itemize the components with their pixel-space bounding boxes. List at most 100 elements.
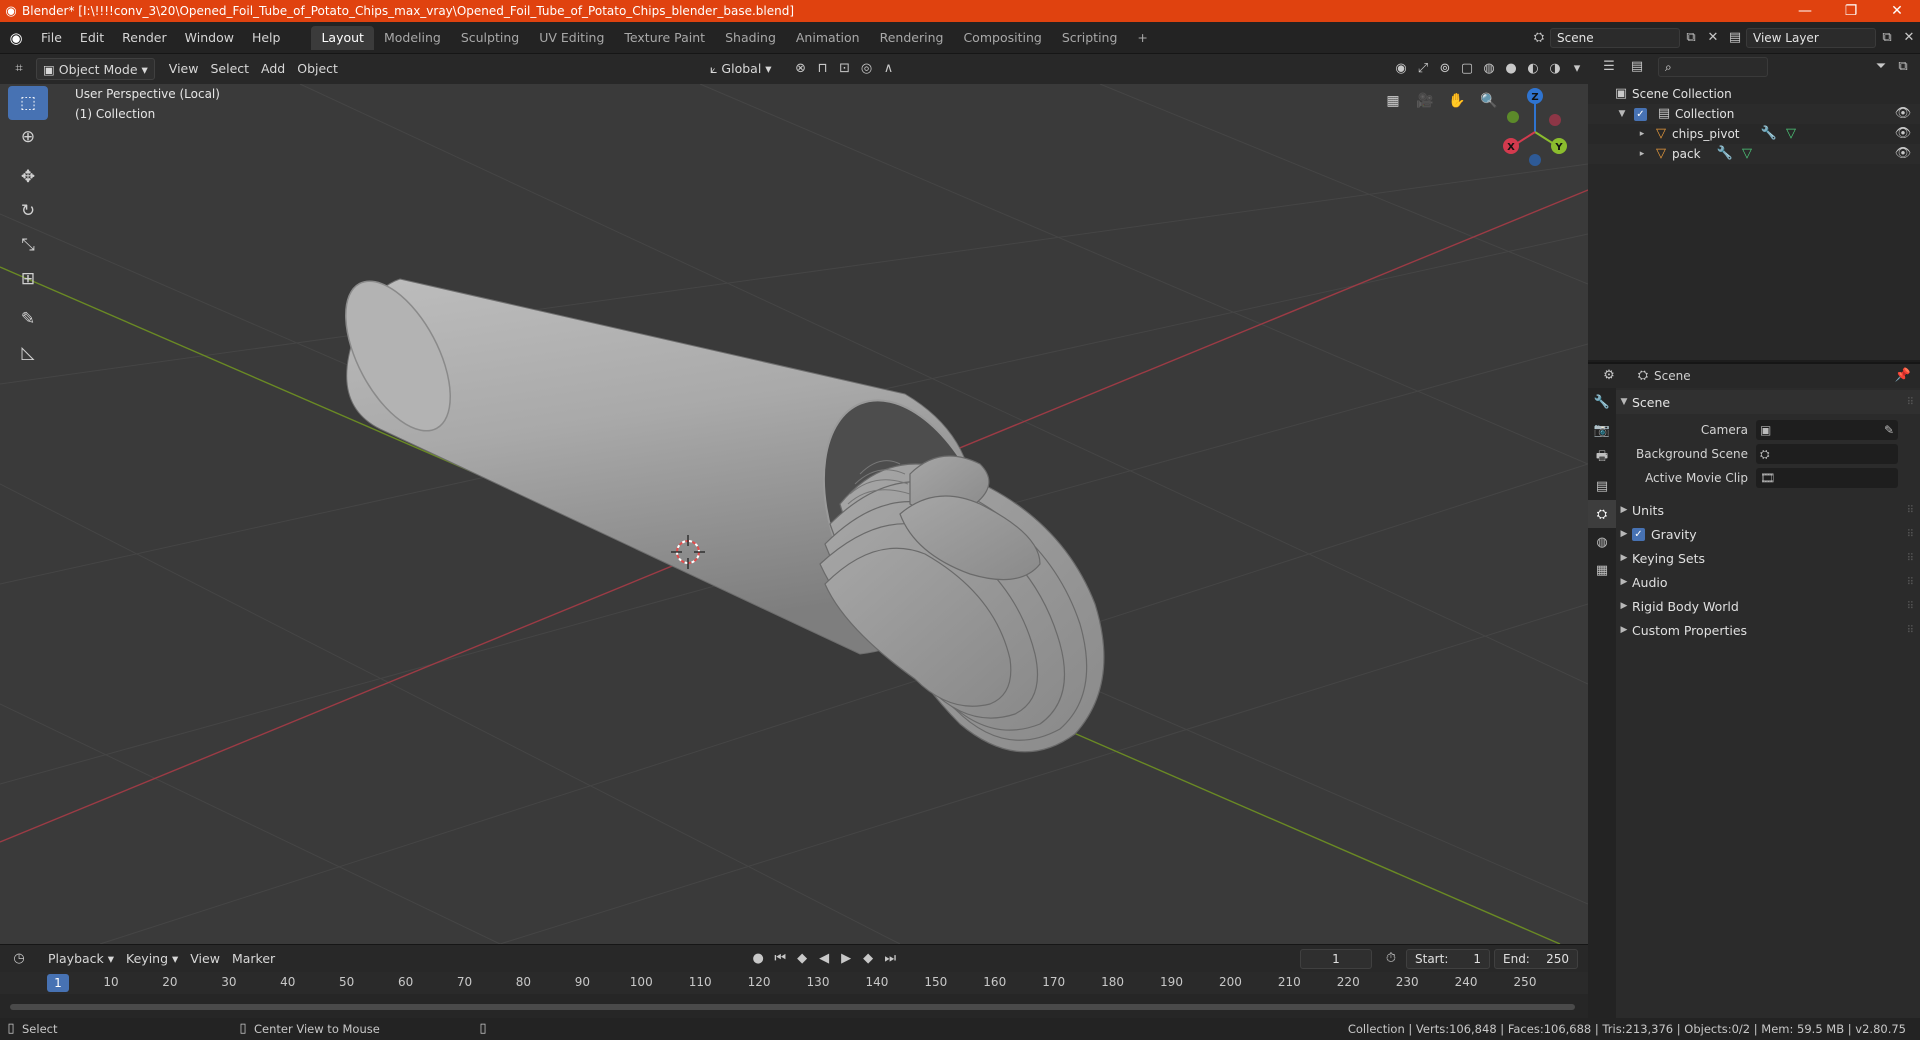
navigation-gizmo[interactable]: Z Y X: [1503, 88, 1567, 166]
collection-visibility-icon[interactable]: 👁: [1892, 103, 1914, 125]
prev-keyframe-icon[interactable]: ◆: [791, 948, 813, 970]
tab-uv-editing[interactable]: UV Editing: [529, 26, 614, 50]
expand-icon[interactable]: ▶: [1616, 529, 1632, 539]
object-mode-dropdown[interactable]: ▣ Object Mode ▾: [36, 58, 155, 80]
tab-shading[interactable]: Shading: [715, 26, 786, 50]
stopwatch-icon[interactable]: ⏱: [1380, 948, 1402, 970]
new-collection-icon[interactable]: ⧉: [1892, 56, 1914, 78]
expand-icon[interactable]: ▶: [1616, 601, 1632, 611]
render-tab-icon[interactable]: 📷: [1588, 416, 1616, 444]
rigid-body-world-panel[interactable]: ▶ Rigid Body World ⠿: [1616, 594, 1920, 618]
add-workspace-button[interactable]: +: [1127, 26, 1157, 50]
3d-viewport[interactable]: Z Y X ⬚ ⊕ ✥ ↻ ⤡ ⊞ ✎ ◺ User Perspective (…: [0, 84, 1588, 944]
scene-panel-header[interactable]: ▼ Scene ⠿: [1616, 390, 1920, 414]
jump-end-icon[interactable]: ⏭: [879, 948, 901, 970]
outliner-item-chips-pivot[interactable]: ▸ ▽ chips_pivot 🔧 ▽ 👁: [1588, 124, 1920, 144]
scene-selector[interactable]: Scene: [1550, 27, 1680, 48]
camera-view-icon[interactable]: 🎥: [1412, 88, 1438, 114]
shading-options-icon[interactable]: ▾: [1566, 58, 1588, 80]
menu-view[interactable]: View: [163, 58, 205, 80]
scene-panel-collapse-icon[interactable]: ▼: [1616, 397, 1632, 407]
delete-view-layer-icon[interactable]: ✕: [1898, 27, 1920, 49]
expand-icon[interactable]: ▶: [1616, 625, 1632, 635]
cursor-tool-icon[interactable]: ⊕: [8, 120, 48, 154]
mesh-data-icon[interactable]: ▽: [1736, 143, 1758, 165]
audio-panel[interactable]: ▶ Audio ⠿: [1616, 570, 1920, 594]
playback-dropdown[interactable]: Playback ▾: [42, 948, 120, 970]
menu-add[interactable]: Add: [255, 58, 291, 80]
background-scene-field[interactable]: ⛭: [1756, 444, 1898, 464]
menu-render[interactable]: Render: [113, 22, 176, 54]
xray-icon[interactable]: ▢: [1456, 58, 1478, 80]
snap-target-icon[interactable]: ⊡: [834, 58, 856, 80]
view-layer-selector[interactable]: View Layer: [1746, 27, 1876, 48]
maximize-button[interactable]: ❐: [1828, 3, 1874, 19]
snap-icon[interactable]: ⊓: [812, 58, 834, 80]
tab-rendering[interactable]: Rendering: [870, 26, 954, 50]
pin-icon[interactable]: 📌: [1892, 365, 1914, 387]
chips-pivot-visibility-icon[interactable]: 👁: [1892, 123, 1914, 145]
solid-shading-icon[interactable]: ●: [1500, 58, 1522, 80]
modifier-wrench-icon[interactable]: 🔧: [1714, 143, 1736, 165]
outliner-scene-collection[interactable]: ▣ Scene Collection: [1588, 84, 1920, 104]
start-frame-field[interactable]: Start: 1: [1406, 948, 1490, 969]
modifier-wrench-icon[interactable]: 🔧: [1758, 123, 1780, 145]
visibility-icon[interactable]: ◉: [1390, 58, 1412, 80]
material-shading-icon[interactable]: ◐: [1522, 58, 1544, 80]
drag-grip-icon[interactable]: ⠿: [1907, 553, 1914, 564]
tab-modeling[interactable]: Modeling: [374, 26, 451, 50]
outliner-editor-type-icon[interactable]: ☰: [1598, 56, 1620, 78]
outliner-item-pack[interactable]: ▸ ▽ pack 🔧 ▽ 👁: [1588, 144, 1920, 164]
drag-grip-icon[interactable]: ⠿: [1907, 529, 1914, 540]
new-scene-icon[interactable]: ⧉: [1680, 27, 1702, 49]
record-icon[interactable]: ●: [747, 948, 769, 970]
menu-help[interactable]: Help: [243, 22, 290, 54]
transform-tool-icon[interactable]: ⊞: [8, 262, 48, 296]
drag-grip-icon[interactable]: ⠿: [1907, 625, 1914, 636]
overlays-icon[interactable]: ⊚: [1434, 58, 1456, 80]
close-button[interactable]: ✕: [1874, 3, 1920, 19]
timeline-scrollbar[interactable]: [10, 1004, 1575, 1010]
expand-icon[interactable]: ▶: [1616, 505, 1632, 515]
pack-visibility-icon[interactable]: 👁: [1892, 143, 1914, 165]
current-frame-field[interactable]: 1: [1300, 948, 1372, 969]
next-keyframe-icon[interactable]: ◆: [857, 948, 879, 970]
zoom-view-icon[interactable]: 🔍: [1476, 88, 1502, 114]
tab-texture-paint[interactable]: Texture Paint: [614, 26, 715, 50]
mesh-data-icon[interactable]: ▽: [1780, 123, 1802, 145]
keying-dropdown[interactable]: Keying ▾: [120, 948, 184, 970]
new-view-layer-icon[interactable]: ⧉: [1876, 27, 1898, 49]
properties-editor-type-icon[interactable]: ⚙: [1598, 365, 1620, 387]
minimize-button[interactable]: —: [1782, 3, 1828, 19]
select-box-icon[interactable]: ⬚: [8, 86, 48, 120]
end-frame-field[interactable]: End: 250: [1494, 948, 1578, 969]
annotate-tool-icon[interactable]: ✎: [8, 302, 48, 336]
pan-view-icon[interactable]: ✋: [1444, 88, 1470, 114]
view-layer-tab-icon[interactable]: ▤: [1588, 472, 1616, 500]
gizmo-icon[interactable]: ⤢: [1412, 58, 1434, 80]
units-panel[interactable]: ▶ Units ⠿: [1616, 498, 1920, 522]
chips-pivot-expand-icon[interactable]: ▸: [1634, 129, 1650, 139]
transform-orientation-dropdown[interactable]: ⟀ Global ▾: [704, 58, 778, 80]
scale-tool-icon[interactable]: ⤡: [8, 228, 48, 262]
tab-sculpting[interactable]: Sculpting: [451, 26, 529, 50]
menu-select[interactable]: Select: [204, 58, 255, 80]
blender-logo-icon[interactable]: ◉: [0, 29, 32, 47]
outliner-search-input[interactable]: ⌕: [1658, 57, 1768, 77]
display-mode-icon[interactable]: ▤: [1626, 56, 1648, 78]
rendered-shading-icon[interactable]: ◑: [1544, 58, 1566, 80]
menu-file[interactable]: File: [32, 22, 71, 54]
tab-animation[interactable]: Animation: [786, 26, 870, 50]
tab-layout[interactable]: Layout: [311, 25, 374, 50]
filter-icon[interactable]: ⏷: [1870, 56, 1892, 78]
world-tab-icon[interactable]: ◍: [1588, 528, 1616, 556]
move-tool-icon[interactable]: ✥: [8, 160, 48, 194]
collection-expand-icon[interactable]: ▼: [1614, 109, 1630, 119]
expand-icon[interactable]: ▶: [1616, 553, 1632, 563]
scene-tab-icon[interactable]: ⛭: [1588, 500, 1616, 528]
current-frame-indicator[interactable]: 1: [47, 974, 69, 992]
timeline-editor-type-icon[interactable]: ◷: [8, 948, 30, 970]
rotate-tool-icon[interactable]: ↻: [8, 194, 48, 228]
pivot-point-icon[interactable]: ⊗: [790, 58, 812, 80]
toggle-perspective-icon[interactable]: ▦: [1380, 88, 1406, 114]
